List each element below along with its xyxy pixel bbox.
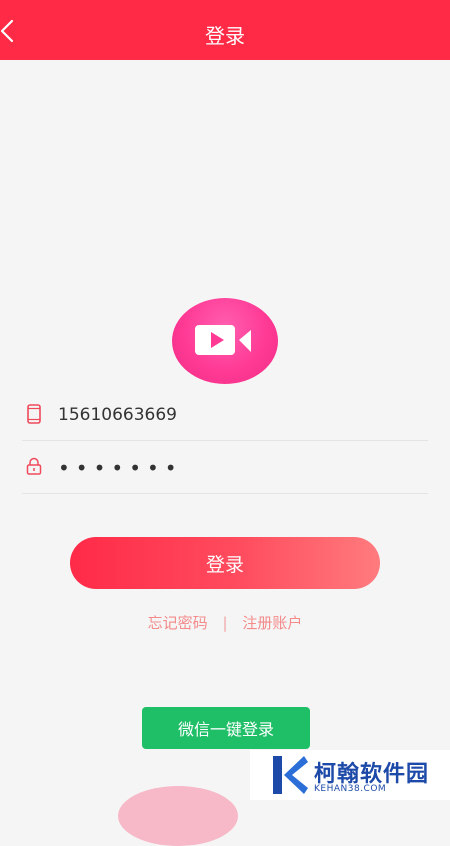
login-button[interactable]: 登录 [70,537,380,589]
header-bar: 登录 [0,0,450,60]
phone-field [22,390,428,441]
link-separator: | [222,614,228,632]
kehan-logo-icon [273,756,308,794]
app-logo [172,298,278,384]
watermark-domain: KEHAN38.COM [314,784,387,794]
forgot-password-link[interactable]: 忘记密码 [148,614,208,632]
lock-icon [26,457,42,475]
phone-input[interactable] [58,398,418,432]
account-links: 忘记密码 | 注册账户 [0,612,450,633]
phone-icon [27,404,41,424]
decorative-arc [118,786,238,846]
page-title: 登录 [205,24,245,48]
register-link[interactable]: 注册账户 [242,614,302,632]
wechat-login-button[interactable]: 微信一键登录 [142,707,310,749]
watermark: 柯翰软件园 KEHAN38.COM [250,750,450,800]
video-camera-icon [195,325,251,355]
password-input[interactable] [58,451,418,485]
password-field [22,443,428,494]
